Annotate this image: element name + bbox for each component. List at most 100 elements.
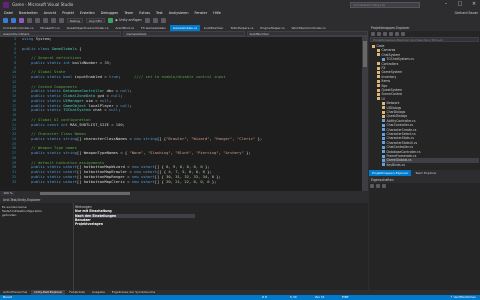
code-token: null — [111, 93, 121, 98]
test-option-label: Projektvorlagen — [75, 222, 103, 227]
test-option-row[interactable]: Projektvorlagen — [75, 222, 195, 226]
code-token: "Blunt" — [175, 150, 192, 155]
open-file-icon[interactable] — [27, 17, 32, 23]
code-token: [] { — [156, 135, 167, 141]
side-tab[interactable]: Team Explorer — [412, 170, 439, 176]
save-icon[interactable] — [35, 17, 40, 23]
code-area[interactable]: using System; public class GameGlobals { … — [22, 37, 360, 191]
code-token: }; — [255, 135, 263, 141]
code-token: [] characterClassNames = — [76, 135, 135, 141]
zoom-level[interactable]: 100 % — [1, 191, 15, 196]
forward-icon[interactable] — [11, 17, 16, 23]
code-token: "Archery" — [223, 150, 244, 155]
tree-item-label: Cameras — [381, 48, 396, 53]
close-icon[interactable]: × — [470, 1, 478, 8]
toolbar-icon-b[interactable] — [152, 17, 158, 23]
folder-icon — [377, 88, 380, 92]
line-number: 31 — [12, 170, 16, 174]
code-line[interactable]: public static ushort[] hotbuttonMapCleri… — [22, 178, 360, 185]
tree-item-label: GameGlobals.cs — [386, 158, 412, 163]
properties-icon[interactable] — [401, 32, 405, 36]
code-token: System; — [33, 37, 52, 41]
maximize-icon[interactable]: □ — [456, 1, 464, 8]
home-icon[interactable] — [383, 32, 387, 36]
toolbar-icon-c[interactable] — [160, 17, 166, 23]
code-token: //// set to enable/disable control input — [134, 74, 226, 79]
code-token: static — [47, 74, 61, 79]
tree-item-label: Controllers — [381, 61, 399, 66]
code-token: static — [47, 178, 61, 184]
configuration-select[interactable]: Debug — [67, 17, 83, 23]
folder-icon — [377, 92, 380, 96]
code-token: ; — [129, 88, 132, 94]
test-tree-message: Es wurden keine Tests/Unittestkonfigurat… — [2, 205, 72, 229]
code-token: int — [60, 121, 68, 127]
start-button[interactable]: ▶ Unity anfügen — [116, 18, 142, 22]
code-token: "Wizard" — [191, 135, 210, 141]
csharp-file-icon — [382, 163, 385, 167]
tree-item-label: Inventory — [381, 74, 397, 79]
tree-item-label: UIDialogs — [386, 105, 402, 110]
test-explorer-title: Unit-Test/Unity-Explorer — [0, 197, 368, 203]
editor-horizontal-scroll-thumb[interactable] — [40, 192, 130, 195]
sync-icon[interactable] — [389, 32, 393, 36]
toolbar-icon-a[interactable] — [144, 17, 150, 23]
type-dropdown[interactable]: GameGlobals — [123, 31, 245, 36]
tree-item-label: CharacterStatsUI.cs — [386, 140, 418, 145]
tree-item-label: QuestDialogs — [386, 114, 408, 119]
folder-icon — [377, 79, 380, 83]
code-token: ushort — [63, 178, 77, 184]
code-token: public — [31, 121, 45, 127]
code-token: TGChatSystem — [63, 107, 91, 113]
tree-item-label: TGChatSystem.cs — [386, 57, 414, 62]
new-project-icon[interactable] — [19, 17, 24, 23]
code-token: public — [31, 74, 45, 79]
side-panel-tabs: Projektmappen-Explorer Team Explorer — [369, 170, 480, 176]
save-all-icon[interactable] — [43, 17, 48, 23]
publish-button[interactable]: ↑ Veröffentlichen — [450, 295, 476, 300]
tree-item-label: GameSystem — [381, 70, 403, 75]
forward-icon[interactable] — [377, 32, 381, 36]
status-column: S 34 — [290, 295, 297, 299]
member-dropdown[interactable]: buildNumber — [246, 31, 368, 36]
line-number: 26 — [12, 146, 16, 151]
code-token: string — [63, 150, 77, 155]
side-tab[interactable]: Projektmappen-Explorer — [369, 170, 412, 176]
redo-icon[interactable] — [59, 17, 64, 23]
code-editor[interactable]: 3 4 5 6 7 8 9 10 11 12 13 14 15 16 17 18 19 20 21 22 23 24 25 2… — [0, 37, 362, 191]
start-icon[interactable] — [107, 17, 113, 23]
back-icon[interactable] — [371, 32, 375, 36]
properties-toolbar — [370, 184, 479, 189]
line-number: 13 — [12, 84, 16, 89]
tree-item-label: UI — [381, 96, 385, 101]
line-number: 3 — [14, 37, 16, 41]
code-token: [] { — [154, 178, 167, 184]
folder-icon — [377, 48, 380, 52]
csharp-file-icon — [382, 145, 385, 149]
categorized-icon[interactable] — [370, 184, 374, 188]
status-bar: Bereit Z 8 S 34 Zei 31 EINF ↑ Veröffentl… — [0, 295, 480, 300]
folder-icon — [377, 70, 380, 74]
tree-item-label: Items — [381, 79, 391, 84]
project-dropdown[interactable]: Assembly-CSharp — [0, 31, 122, 36]
editor-vertical-scroll-thumb[interactable] — [363, 41, 367, 67]
collapse-all-icon[interactable] — [395, 32, 399, 36]
test-options-list: Wirkungen Nur mit Einschaltung Nach den Ei… — [75, 205, 195, 235]
tree-item-label: ChatSystem — [381, 52, 401, 57]
code-token: 20, 21, 22, 0, 0, 0 — [166, 178, 210, 184]
undo-icon[interactable] — [51, 17, 56, 23]
solution-explorer-search-input[interactable]: Projektmappen-Explorer durchsuchen (Strg… — [370, 37, 479, 42]
tree-item[interactable]: KeyBinds.cs — [382, 163, 479, 167]
property-pages-icon[interactable] — [382, 184, 386, 188]
test-explorer-panel: Unit-Test/Unity-Explorer Es wurden keine… — [0, 197, 368, 290]
back-icon[interactable] — [3, 17, 8, 23]
alphabetical-icon[interactable] — [376, 184, 380, 188]
code-token: "Cleric" — [237, 135, 256, 141]
platform-select[interactable]: Any CPU — [85, 17, 105, 23]
code-token: ; — [129, 102, 132, 108]
quick-launch-input[interactable]: Schnellstart (Strg+Q) — [350, 2, 420, 8]
tree-item-label: QuestSystem — [381, 88, 403, 92]
minimize-icon[interactable]: – — [442, 1, 450, 8]
code-token: class — [38, 45, 50, 51]
